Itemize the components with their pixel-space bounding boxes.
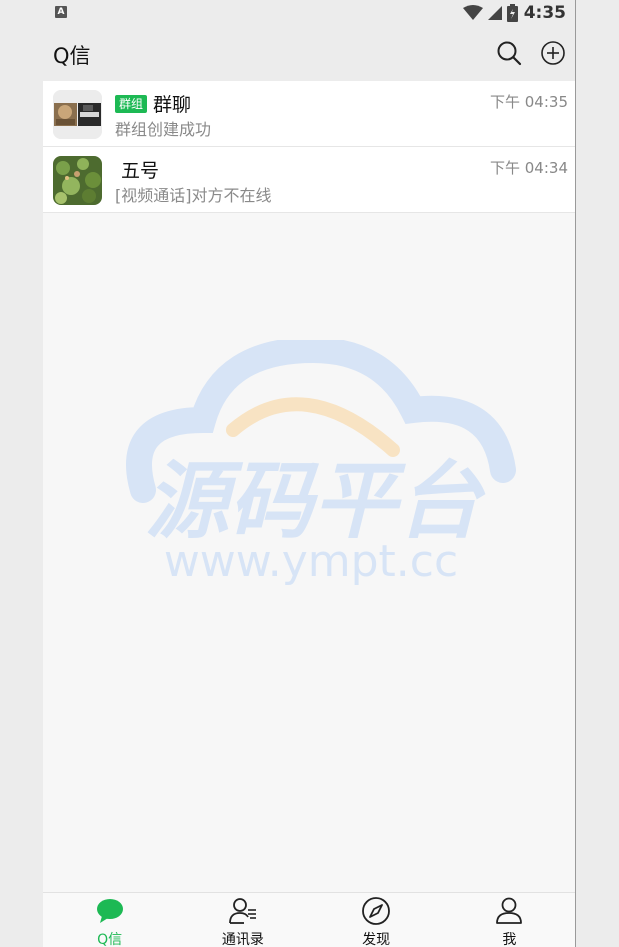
- tab-qxin[interactable]: Q信: [43, 893, 176, 947]
- chat-item-group[interactable]: 群组 群聊 下午 04:35 群组创建成功: [43, 81, 575, 147]
- tab-label: 发现: [362, 932, 391, 947]
- app-notification-icon: A: [55, 6, 67, 18]
- watermark: 源码平台 www.ympt.cc: [83, 336, 543, 600]
- search-icon[interactable]: [495, 39, 523, 67]
- chat-preview: [视频通话]对方不在线: [115, 186, 272, 205]
- chat-preview: 群组创建成功: [115, 120, 212, 139]
- app-header: Q信: [43, 26, 575, 81]
- battery-icon: [506, 4, 518, 22]
- chat-bubble-icon: [96, 899, 123, 923]
- status-indicators: 4:35: [462, 2, 566, 24]
- add-icon[interactable]: [539, 39, 567, 67]
- tab-label: 我: [502, 932, 517, 947]
- chat-time: 下午 04:35: [490, 93, 568, 111]
- watermark-url: www.ympt.cc: [164, 536, 458, 587]
- status-time: 4:35: [523, 3, 566, 23]
- page-title: Q信: [53, 44, 91, 68]
- chat-name: 群聊: [153, 94, 192, 116]
- wifi-icon: [462, 5, 483, 20]
- compass-icon: [362, 897, 391, 925]
- chat-name: 五号: [121, 160, 160, 182]
- group-avatar: [53, 90, 102, 139]
- bottom-tab-bar: Q信 通讯录 发现 我: [43, 892, 575, 947]
- signal-icon: [487, 6, 502, 20]
- tab-me[interactable]: 我: [443, 893, 575, 947]
- tab-contacts[interactable]: 通讯录: [176, 893, 309, 947]
- phone-screen: A 4:35 Q信 群组 群聊 下午 04:35 群组创建成功 五号 下午 04…: [43, 0, 576, 947]
- chat-time: 下午 04:34: [490, 159, 568, 177]
- group-badge: 群组: [115, 94, 148, 113]
- chat-name-row: 群组 群聊: [115, 90, 191, 117]
- contact-avatar: [53, 156, 102, 205]
- tab-label: Q信: [97, 932, 123, 947]
- chat-list: 群组 群聊 下午 04:35 群组创建成功 五号 下午 04:34 [视频通话]…: [43, 81, 575, 213]
- status-bar: A 4:35: [43, 0, 575, 26]
- watermark-title: 源码平台: [145, 452, 486, 550]
- chat-name-row: 五号: [115, 156, 159, 183]
- person-icon: [496, 897, 523, 924]
- chat-item-contact[interactable]: 五号 下午 04:34 [视频通话]对方不在线: [43, 147, 575, 213]
- tab-label: 通讯录: [221, 932, 264, 947]
- contacts-icon: [228, 898, 256, 924]
- tab-discover[interactable]: 发现: [310, 893, 443, 947]
